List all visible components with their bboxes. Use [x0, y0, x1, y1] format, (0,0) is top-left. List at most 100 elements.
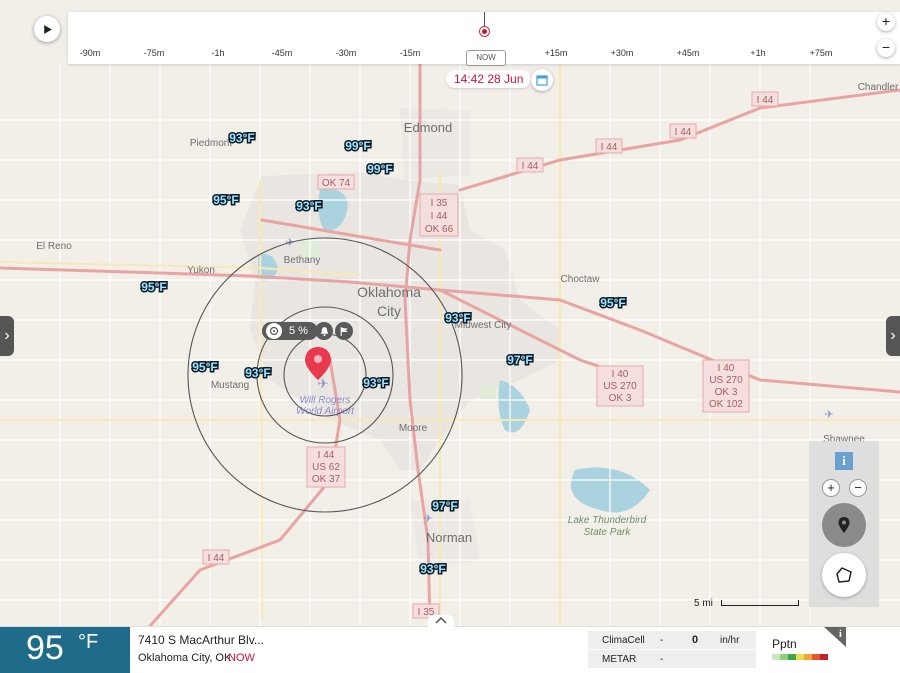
play-icon — [43, 24, 52, 34]
alert-bell-button[interactable] — [315, 322, 333, 340]
feed-name: METAR — [602, 654, 637, 665]
map-zoom-in-button[interactable]: + — [822, 479, 840, 497]
highway-label: OK 74 — [322, 178, 351, 189]
scale-bar — [721, 600, 799, 606]
location-city: Oklahoma City, OK — [138, 652, 232, 664]
temperature-label: 93°F — [296, 199, 321, 213]
left-panel-toggle[interactable]: › — [0, 316, 14, 356]
temperature-label: 97°F — [507, 353, 532, 367]
timeline-tick[interactable]: +15m — [545, 48, 568, 58]
park-label: Lake Thunderbird — [568, 515, 647, 526]
flag-button[interactable] — [335, 322, 353, 340]
location-pin-icon — [838, 517, 850, 533]
precipitation-legend-label: Pptn — [772, 637, 797, 651]
highway-label: I 44 — [431, 211, 448, 222]
highway-shield: I 44 — [202, 549, 230, 565]
timeline-tick[interactable]: +75m — [810, 48, 833, 58]
right-panel-toggle[interactable]: › — [886, 316, 900, 356]
expand-panel-button[interactable] — [428, 615, 454, 629]
highway-label: I 44 — [208, 553, 225, 564]
city-label: Moore — [399, 423, 428, 434]
city-label: Bethany — [284, 255, 321, 266]
now-badge[interactable]: NOW — [466, 50, 506, 66]
timeline-handle[interactable] — [479, 26, 490, 37]
scale-label: 5 mi — [694, 598, 713, 609]
polygon-draw-button[interactable] — [822, 553, 866, 597]
timeline-tick[interactable]: -15m — [400, 48, 421, 58]
current-datetime: 14:42 28 Jun — [446, 70, 532, 88]
info-button[interactable]: i — [835, 452, 853, 470]
temperature-label: 95°F — [141, 280, 166, 294]
feed-name: ClimaCell — [602, 635, 645, 646]
now-indicator: NOW — [228, 652, 255, 664]
highway-label: US 270 — [709, 375, 743, 386]
feed-row[interactable]: ClimaCell - 0 in/hr — [588, 631, 756, 650]
highway-label: OK 102 — [709, 399, 743, 410]
timeline-tick[interactable]: -75m — [144, 48, 165, 58]
map-zoom-out-button[interactable]: − — [849, 479, 867, 497]
airport-icon: ✈ — [824, 409, 833, 421]
highway-label: OK 37 — [312, 474, 341, 485]
timeline-tick[interactable]: +45m — [677, 48, 700, 58]
highway-label: US 270 — [603, 381, 637, 392]
radius-bubble[interactable]: 5 % — [262, 322, 318, 340]
highway-shield: I 44 — [669, 123, 697, 139]
temperature-label: 93°F — [363, 376, 388, 390]
timeline-zoom-out-button[interactable]: − — [877, 39, 895, 57]
city-label: Norman — [426, 530, 472, 545]
temperature-label: 99°F — [345, 139, 370, 153]
precipitation-feeds: ClimaCell - 0 in/hr METAR - — [588, 631, 756, 669]
highway-label: I 35 — [431, 198, 448, 209]
temperature-label: 95°F — [192, 360, 217, 374]
highway-shield: I 44 — [516, 157, 544, 173]
location-address[interactable]: 7410 S MacArthur Blv... — [138, 633, 264, 647]
legend-info-button[interactable]: i — [824, 627, 846, 647]
timeline-tick[interactable]: -45m — [272, 48, 293, 58]
temperature-label: 93°F — [245, 366, 270, 380]
city-label: Yukon — [187, 265, 215, 276]
timeline-zoom-in-button[interactable]: + — [877, 13, 895, 31]
highway-label: OK 3 — [609, 393, 632, 404]
current-temperature-box: 95 °F — [0, 627, 130, 673]
feed-dash: - — [660, 635, 664, 646]
feed-value: 0 — [692, 634, 699, 646]
highway-label: I 40 — [718, 363, 735, 374]
map-controls-panel: i + − — [809, 441, 879, 607]
timeline-tick[interactable]: -1h — [211, 48, 224, 58]
timeline-tick[interactable]: +1h — [750, 48, 765, 58]
city-label: Chandler — [858, 82, 899, 93]
highway-label: I 44 — [522, 161, 539, 172]
temperature-label: 93°F — [445, 311, 470, 325]
park-label: State Park — [584, 527, 632, 538]
highway-shield: I 44 — [751, 91, 779, 107]
timeline-tick[interactable]: -30m — [336, 48, 357, 58]
airport-label: World Airport — [296, 406, 355, 417]
calendar-button[interactable] — [531, 69, 553, 91]
feed-row[interactable]: METAR - — [588, 650, 756, 669]
temperature-label: 93°F — [229, 131, 254, 145]
airport-label: Will Rogers — [299, 395, 350, 406]
precipitation-legend-scale — [772, 654, 828, 660]
map-canvas[interactable]: OK 74 I 35 I 44 OK 66 I 44 I 44 I 44 I 4… — [0, 0, 900, 626]
flag-icon — [340, 326, 348, 336]
feed-unit: in/hr — [720, 635, 740, 646]
timeline-tick[interactable]: -90m — [80, 48, 101, 58]
city-label: Mustang — [211, 380, 249, 391]
highway-label: I 44 — [757, 95, 774, 106]
timeline-tick[interactable]: +30m — [611, 48, 634, 58]
feed-dash: - — [660, 654, 664, 665]
location-pin-button[interactable] — [822, 503, 866, 547]
highway-label: I 44 — [675, 127, 692, 138]
polygon-icon — [836, 567, 852, 583]
city-label: El Reno — [36, 241, 72, 252]
highway-label: I 44 — [318, 450, 335, 461]
city-label: Choctaw — [561, 274, 601, 285]
calendar-icon — [536, 75, 548, 86]
highway-label: OK 3 — [715, 387, 738, 398]
temperature-label: 93°F — [420, 562, 445, 576]
chevron-up-icon — [435, 616, 447, 624]
city-label: Edmond — [404, 120, 452, 135]
radius-percent: 5 % — [289, 325, 308, 337]
play-button[interactable] — [34, 16, 60, 42]
temperature-label: 97°F — [432, 499, 457, 513]
